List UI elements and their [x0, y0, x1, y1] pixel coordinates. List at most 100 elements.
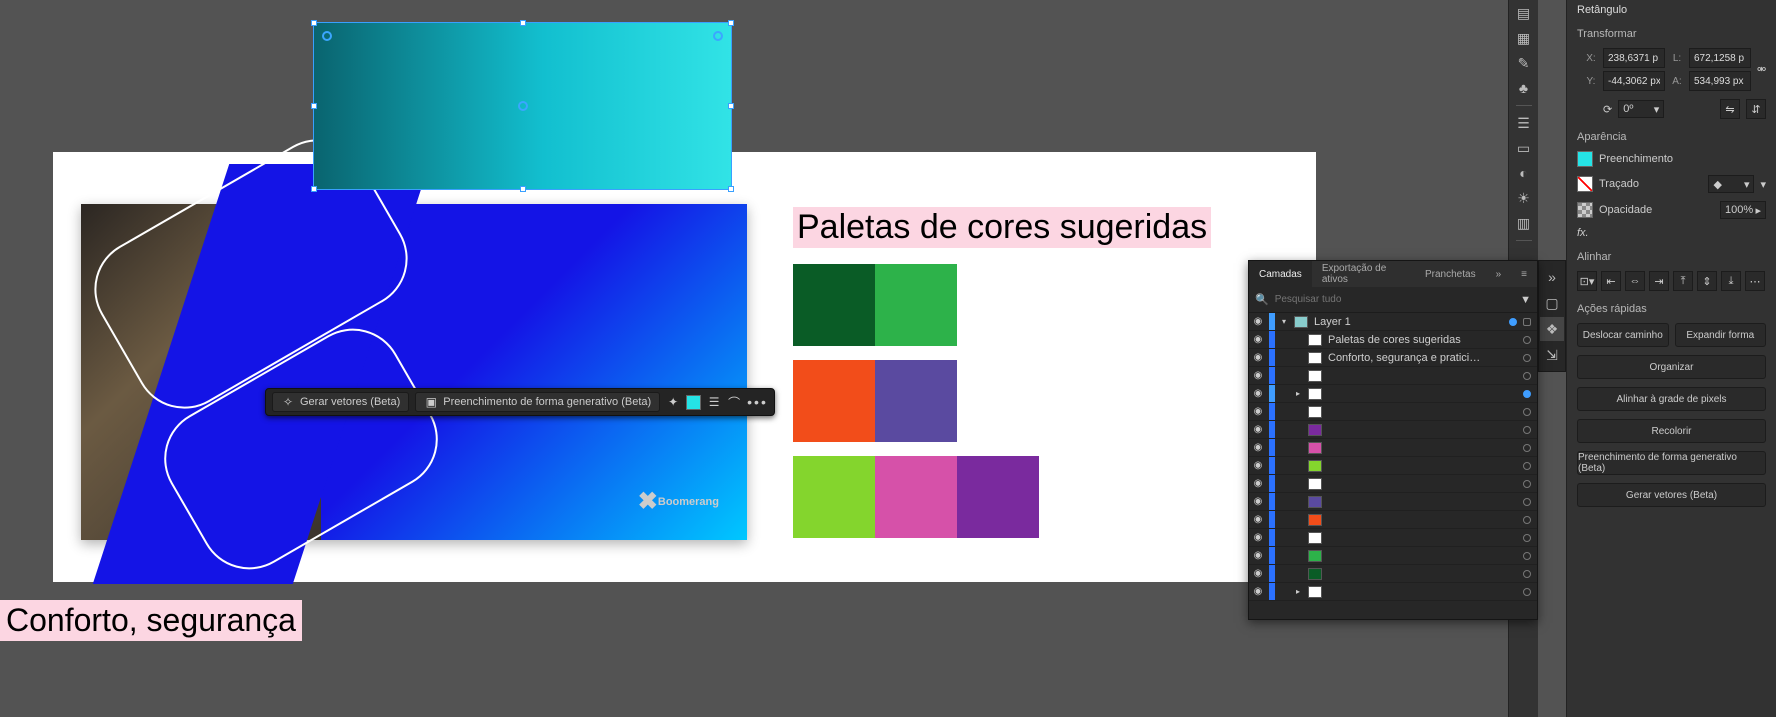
target-icon[interactable]	[1523, 426, 1531, 434]
target-icon[interactable]	[1523, 570, 1531, 578]
filter-icon[interactable]: ▼	[1520, 294, 1531, 306]
target-icon[interactable]	[1523, 390, 1531, 398]
layer-row[interactable]: ◉	[1249, 421, 1537, 439]
target-icon[interactable]	[1523, 408, 1531, 416]
corner-icon[interactable]: ⌒	[727, 395, 741, 409]
disclosure-icon[interactable]: ▸	[1296, 389, 1306, 398]
angle-input[interactable]: 0º▾	[1618, 100, 1664, 118]
selected-shape[interactable]	[313, 22, 732, 190]
stroke-weight[interactable]: ◆▾	[1708, 175, 1754, 193]
target-icon[interactable]	[1523, 462, 1531, 470]
visibility-icon[interactable]: ◉	[1249, 352, 1267, 363]
layer-list[interactable]: ◉▾Layer 1◉Paletas de cores sugeridas◉Con…	[1249, 313, 1537, 619]
visibility-icon[interactable]: ◉	[1249, 532, 1267, 543]
flip-v-icon[interactable]: ⇵	[1746, 99, 1766, 119]
align-top-icon[interactable]: ⤒	[1673, 271, 1693, 291]
fx-label[interactable]: fx.	[1577, 227, 1589, 239]
graph-icon[interactable]: ▥	[1512, 212, 1536, 234]
layers-icon[interactable]: ❖	[1540, 317, 1564, 341]
target-icon[interactable]	[1523, 588, 1531, 596]
flip-h-icon[interactable]: ⇋	[1720, 99, 1740, 119]
link-icon[interactable]: ⚮	[1757, 63, 1766, 76]
offset-path-button[interactable]: Deslocar caminho	[1577, 323, 1669, 347]
disclosure-icon[interactable]: ▾	[1282, 317, 1292, 326]
target-icon[interactable]	[1523, 444, 1531, 452]
layer-row[interactable]: ◉	[1249, 403, 1537, 421]
h-input[interactable]	[1689, 71, 1751, 91]
align-left-icon[interactable]: ⇤	[1601, 271, 1621, 291]
align-hcenter-icon[interactable]: ⇔	[1625, 271, 1645, 291]
layer-row[interactable]: ◉Conforto, segurança e pratici…	[1249, 349, 1537, 367]
grid-icon[interactable]: ▦	[1512, 27, 1536, 49]
layer-row[interactable]: ◉▾Layer 1	[1249, 313, 1537, 331]
reference-point-grid[interactable]	[1577, 60, 1579, 80]
layer-row[interactable]: ◉	[1249, 547, 1537, 565]
panel-menu-icon[interactable]: ≡	[1511, 261, 1537, 287]
visibility-icon[interactable]: ◉	[1249, 586, 1267, 597]
align-bottom-icon[interactable]: ⤓	[1721, 271, 1741, 291]
visibility-icon[interactable]: ◉	[1249, 568, 1267, 579]
fill-swatch[interactable]	[1577, 151, 1593, 167]
layer-row[interactable]: ◉	[1249, 529, 1537, 547]
target-icon[interactable]	[1509, 318, 1517, 326]
layer-search-input[interactable]	[1275, 294, 1514, 305]
fill-swatch[interactable]	[686, 395, 701, 410]
gradient-icon[interactable]: ◐	[1512, 162, 1536, 184]
layer-row[interactable]: ◉▸	[1249, 385, 1537, 403]
disclosure-icon[interactable]: ▸	[1296, 587, 1306, 596]
gen-fill-button[interactable]: ▣ Preenchimento de forma generativo (Bet…	[415, 392, 660, 412]
layer-row[interactable]: ◉	[1249, 439, 1537, 457]
magic-icon[interactable]: ✦	[666, 395, 680, 409]
visibility-icon[interactable]: ◉	[1249, 442, 1267, 453]
align-more-icon[interactable]: ⋯	[1745, 271, 1765, 291]
brush-icon[interactable]: ✎	[1512, 52, 1536, 74]
layer-row[interactable]: ◉Paletas de cores sugeridas	[1249, 331, 1537, 349]
layer-row[interactable]: ◉	[1249, 367, 1537, 385]
target-icon[interactable]	[1523, 354, 1531, 362]
pixel-align-button[interactable]: Alinhar à grade de pixels	[1577, 387, 1766, 411]
rect-icon[interactable]: ▭	[1512, 137, 1536, 159]
visibility-icon[interactable]: ◉	[1249, 424, 1267, 435]
target-icon[interactable]	[1523, 516, 1531, 524]
stroke-lines-icon[interactable]: ☰	[707, 395, 721, 409]
visibility-icon[interactable]: ◉	[1249, 334, 1267, 345]
w-input[interactable]	[1689, 48, 1751, 68]
opacity-input[interactable]: 100%▸	[1720, 201, 1766, 219]
stroke-icon[interactable]: ☰	[1512, 112, 1536, 134]
transparency-icon[interactable]: ☀	[1512, 187, 1536, 209]
select-icon[interactable]	[1523, 318, 1531, 326]
align-vcenter-icon[interactable]: ⇕	[1697, 271, 1717, 291]
opacity-swatch[interactable]	[1577, 202, 1593, 218]
target-icon[interactable]	[1523, 534, 1531, 542]
visibility-icon[interactable]: ◉	[1249, 406, 1267, 417]
target-icon[interactable]	[1523, 372, 1531, 380]
collapse-icon[interactable]: »	[1486, 261, 1512, 287]
align-right-icon[interactable]: ⇥	[1649, 271, 1669, 291]
layer-row[interactable]: ◉	[1249, 511, 1537, 529]
arrange-button[interactable]: Organizar	[1577, 355, 1766, 379]
target-icon[interactable]	[1523, 480, 1531, 488]
artboard-icon[interactable]: ▢	[1540, 291, 1564, 315]
layer-row[interactable]: ◉	[1249, 565, 1537, 583]
layer-row[interactable]: ◉▸	[1249, 583, 1537, 601]
recolor-button[interactable]: Recolorir	[1577, 419, 1766, 443]
gen-fill-button[interactable]: Preenchimento de forma generativo (Beta)	[1577, 451, 1766, 475]
y-input[interactable]	[1603, 71, 1665, 91]
export-icon[interactable]: ⇲	[1540, 343, 1564, 367]
expand-icon[interactable]: »	[1540, 265, 1564, 289]
layer-row[interactable]: ◉	[1249, 493, 1537, 511]
stroke-swatch[interactable]	[1577, 176, 1593, 192]
canvas-area[interactable]: ✖Boomerang Paletas de cores sugeridas Co…	[0, 0, 1316, 717]
target-icon[interactable]	[1523, 336, 1531, 344]
gen-vectors-button[interactable]: Gerar vetores (Beta)	[1577, 483, 1766, 507]
visibility-icon[interactable]: ◉	[1249, 388, 1267, 399]
align-to-icon[interactable]: ⊡▾	[1577, 271, 1597, 291]
visibility-icon[interactable]: ◉	[1249, 316, 1267, 327]
visibility-icon[interactable]: ◉	[1249, 478, 1267, 489]
tab-asset-export[interactable]: Exportação de ativos	[1312, 261, 1415, 287]
visibility-icon[interactable]: ◉	[1249, 496, 1267, 507]
visibility-icon[interactable]: ◉	[1249, 460, 1267, 471]
expand-shape-button[interactable]: Expandir forma	[1675, 323, 1767, 347]
properties-icon[interactable]: ▤	[1512, 2, 1536, 24]
gen-vectors-button[interactable]: ✧ Gerar vetores (Beta)	[272, 392, 409, 412]
